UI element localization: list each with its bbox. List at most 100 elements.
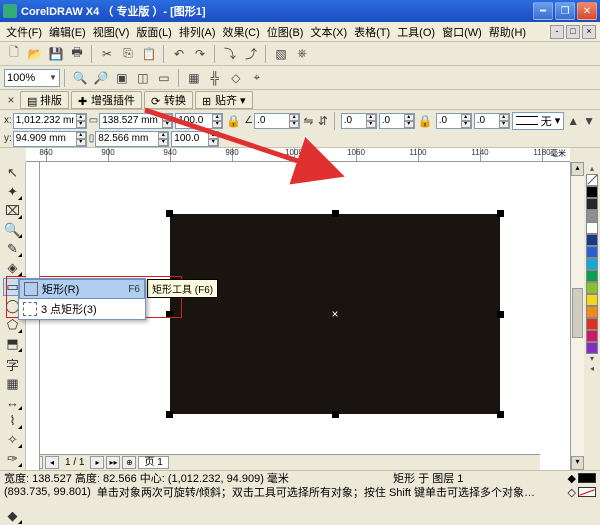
menu-arrange[interactable]: 排列(A) <box>177 22 218 42</box>
text-tool[interactable]: 字 <box>3 354 23 374</box>
menu-bitmap[interactable]: 位图(B) <box>265 22 306 42</box>
zoom-page-icon[interactable]: ▭ <box>154 68 174 88</box>
to-front-icon[interactable]: ▲ <box>566 111 580 131</box>
y-position-field[interactable]: ▴▾ <box>13 131 87 147</box>
resize-handle-e[interactable] <box>497 311 504 318</box>
scroll-down-button[interactable]: ▾ <box>571 456 584 470</box>
swatch-none[interactable] <box>586 174 598 186</box>
mirror-v-icon[interactable]: ⇵ <box>317 111 330 131</box>
close-button[interactable]: ✕ <box>577 2 597 20</box>
zoom-fit-icon[interactable]: ▣ <box>112 68 132 88</box>
menu-table[interactable]: 表格(T) <box>352 22 392 42</box>
width-field[interactable]: ▴▾ <box>99 113 173 129</box>
next-page-button[interactable]: ▸ <box>90 456 104 469</box>
color-swatch[interactable] <box>586 186 598 198</box>
color-swatch[interactable] <box>586 342 598 354</box>
resize-handle-s[interactable] <box>332 411 339 418</box>
menu-edit[interactable]: 编辑(E) <box>47 22 88 42</box>
pick-tool[interactable]: ↖ <box>3 164 23 182</box>
corner4-field[interactable]: ▴▾ <box>474 113 510 129</box>
menu-help[interactable]: 帮助(H) <box>487 22 528 42</box>
color-swatch[interactable] <box>586 282 598 294</box>
resize-handle-sw[interactable] <box>166 411 173 418</box>
flyout-item-rectangle[interactable]: 矩形(R) F6 <box>19 279 145 299</box>
scroll-track[interactable] <box>571 176 584 456</box>
page-tab[interactable]: 页 1 <box>138 456 168 469</box>
color-swatch[interactable] <box>586 210 598 222</box>
color-swatch[interactable] <box>586 258 598 270</box>
zoom-input[interactable] <box>7 72 49 84</box>
mdi-close-button[interactable]: × <box>582 25 596 39</box>
table-tool[interactable]: ▦ <box>3 375 23 393</box>
connector-tool[interactable]: ⌇ <box>3 412 23 430</box>
corner2-field[interactable]: ▴▾ <box>379 113 415 129</box>
color-swatch[interactable] <box>586 270 598 282</box>
menu-layout[interactable]: 版面(L) <box>134 22 173 42</box>
lock-ratio-icon[interactable]: 🔒 <box>225 111 242 131</box>
color-swatch[interactable] <box>586 234 598 246</box>
color-swatch[interactable] <box>586 198 598 210</box>
snap-grid-icon[interactable]: ▦ <box>184 68 204 88</box>
resize-handle-se[interactable] <box>497 411 504 418</box>
minimize-button[interactable]: ━ <box>533 2 553 20</box>
zoom-level-select[interactable]: ▼ <box>4 69 60 87</box>
shape-tool[interactable]: ✦ <box>3 183 23 201</box>
menu-effects[interactable]: 效果(C) <box>221 22 262 42</box>
color-swatch[interactable] <box>586 294 598 306</box>
scale-y-field[interactable]: ▴▾ <box>171 131 219 147</box>
menu-tools[interactable]: 工具(O) <box>395 22 437 42</box>
mdi-minimize-button[interactable]: - <box>550 25 564 39</box>
scroll-up-button[interactable]: ▴ <box>571 162 584 176</box>
flyout-item-3point-rectangle[interactable]: 3 点矩形(3) <box>19 299 145 319</box>
corner1-field[interactable]: ▴▾ <box>341 113 377 129</box>
color-swatch[interactable] <box>586 222 598 234</box>
menu-window[interactable]: 窗口(W) <box>440 22 484 42</box>
color-swatch[interactable] <box>586 318 598 330</box>
last-page-button[interactable]: ▸▸ <box>106 456 120 469</box>
outline-width-select[interactable]: 无 ▾ <box>512 112 565 130</box>
dimension-tool[interactable]: ↔ <box>3 394 23 411</box>
welcome-button[interactable]: ⎈ <box>292 44 312 64</box>
scale-x-field[interactable]: ▴▾ <box>175 113 223 129</box>
color-swatch[interactable] <box>586 246 598 258</box>
tab-transform[interactable]: ⟳转换 <box>144 91 193 109</box>
copy-button[interactable]: ⎘ <box>118 44 138 64</box>
lock-corners-icon[interactable]: 🔒 <box>417 111 434 131</box>
freehand-tool[interactable]: ✎ <box>3 240 23 258</box>
height-field[interactable]: ▴▾ <box>95 131 169 147</box>
cut-button[interactable]: ✂ <box>97 44 117 64</box>
import-button[interactable]: ⤵ <box>220 44 240 64</box>
mdi-restore-button[interactable]: □ <box>566 25 580 39</box>
tabbar-close-icon[interactable]: × <box>4 93 18 107</box>
effects-tool[interactable]: ✧ <box>3 431 23 449</box>
scroll-thumb[interactable] <box>572 288 583 338</box>
print-button[interactable]: 🖶 <box>67 44 87 64</box>
zoom-out-icon[interactable]: 🔎 <box>91 68 111 88</box>
palette-scroll-down[interactable]: ▾ <box>590 354 594 364</box>
snap-guide-icon[interactable]: ╬ <box>205 68 225 88</box>
basic-shapes-tool[interactable]: ⬒ <box>3 335 23 353</box>
palette-expand[interactable]: ◂ <box>590 364 594 374</box>
vertical-scrollbar[interactable]: ▴ ▾ <box>570 162 584 470</box>
dynamic-guide-icon[interactable]: ⌖ <box>247 68 267 88</box>
restore-button[interactable]: ❐ <box>555 2 575 20</box>
rotation-field[interactable]: ▴▾ <box>254 113 300 129</box>
x-position-field[interactable]: ▴▾ <box>13 113 87 129</box>
save-button[interactable]: 💾 <box>46 44 66 64</box>
menu-file[interactable]: 文件(F) <box>4 22 44 42</box>
undo-button[interactable]: ↶ <box>169 44 189 64</box>
zoom-tool[interactable]: 🔍 <box>3 221 23 239</box>
resize-handle-n[interactable] <box>332 210 339 217</box>
to-back-icon[interactable]: ▼ <box>582 111 596 131</box>
tab-snap[interactable]: ⊞贴齐 ▾ <box>195 91 253 109</box>
color-swatch[interactable] <box>586 306 598 318</box>
ruler-horizontal[interactable]: 毫米 86090094098010001060110011401180 <box>26 148 570 162</box>
menu-view[interactable]: 视图(V) <box>91 22 132 42</box>
smart-fill-tool[interactable]: ◈ <box>3 259 23 277</box>
zoom-selection-icon[interactable]: ◫ <box>133 68 153 88</box>
selected-rectangle-shape[interactable]: × <box>170 214 500 414</box>
corner3-field[interactable]: ▴▾ <box>436 113 472 129</box>
mirror-h-icon[interactable]: ⇋ <box>302 111 315 131</box>
redo-button[interactable]: ↷ <box>190 44 210 64</box>
zoom-in-icon[interactable]: 🔍 <box>70 68 90 88</box>
